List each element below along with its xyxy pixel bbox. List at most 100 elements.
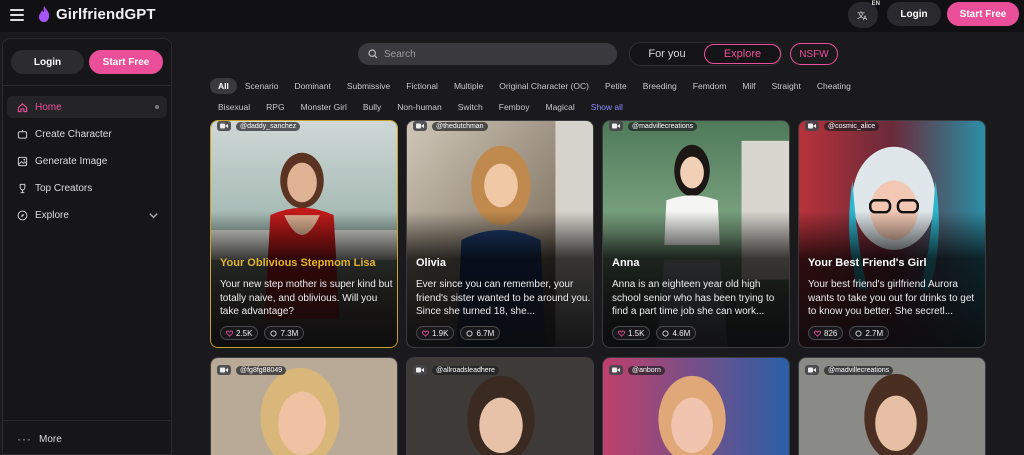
creator-tag[interactable]: @anborn — [609, 365, 665, 375]
tag-chip[interactable]: Magical — [537, 99, 582, 115]
more-dots-icon: ··· — [17, 432, 32, 446]
chat-bubble-icon — [270, 329, 278, 337]
chats-value: 2.7M — [865, 328, 884, 338]
creator-tag[interactable]: @daddy_sanchez — [217, 121, 301, 131]
tag-chip[interactable]: RPG — [258, 99, 292, 115]
feed-mode-toggle: For you Explore — [629, 42, 782, 66]
character-name: Your Oblivious Stepmom Lisa — [220, 257, 376, 269]
image-icon — [17, 156, 28, 166]
tag-chip[interactable]: Cheating — [809, 78, 859, 94]
character-card[interactable]: @anborn — [602, 357, 790, 455]
sidebar-item-label: Create Character — [35, 128, 112, 140]
character-description: Your best friend's girlfriend Aurora wan… — [808, 279, 975, 317]
home-icon — [17, 102, 28, 112]
likes-value: 826 — [824, 328, 838, 338]
character-card[interactable]: @daddy_sanchez Your Oblivious Stepmom Li… — [210, 120, 398, 348]
tag-chip[interactable]: Breeding — [635, 78, 685, 94]
top-login-button[interactable]: Login — [887, 2, 941, 26]
creator-tag[interactable]: @madvillecreations — [609, 121, 698, 131]
sidebar-item-top-creators[interactable]: Top Creators — [7, 177, 167, 199]
chats-count: 2.7M — [849, 326, 890, 340]
tag-chip[interactable]: Scenario — [237, 78, 287, 94]
sidebar-item-home[interactable]: Home — [7, 96, 167, 118]
chats-value: 6.7M — [476, 328, 495, 338]
menu-icon[interactable] — [10, 9, 24, 21]
search-input[interactable] — [384, 48, 584, 60]
character-description: Anna is an eighteen year old high school… — [612, 279, 775, 317]
creator-tag[interactable]: @cosmic_alice — [805, 121, 880, 131]
character-card[interactable]: @thedutchman Olivia Ever since you can r… — [406, 120, 594, 348]
tab-explore[interactable]: Explore — [704, 44, 781, 64]
more-label: More — [39, 433, 62, 445]
video-icon — [413, 365, 427, 375]
sidebar-item-generate-image[interactable]: Generate Image — [7, 150, 167, 172]
card-stats: 2.5K 7.3M — [220, 326, 305, 340]
tag-chip[interactable]: Femboy — [491, 99, 538, 115]
chat-bubble-icon — [466, 329, 474, 337]
tag-chip[interactable]: Bully — [355, 99, 389, 115]
creator-tag[interactable]: @thedutchman — [413, 121, 488, 131]
creator-handle: @allroadsleadhere — [432, 365, 499, 375]
top-bar: GirlfriendGPT 文 A EN Login Start Free — [0, 0, 1024, 32]
character-description: Ever since you can remember, your friend… — [416, 279, 591, 317]
video-icon — [609, 121, 623, 131]
sidebar-login-button[interactable]: Login — [11, 50, 84, 74]
sidebar: Login Start Free Home Create Character G… — [2, 38, 172, 455]
show-all-tags-link[interactable]: Show all — [583, 99, 631, 115]
tag-chip[interactable]: All — [210, 78, 237, 94]
creator-tag[interactable]: @madvillecreations — [805, 365, 894, 375]
tag-chip[interactable]: Monster Girl — [293, 99, 355, 115]
tag-chip[interactable]: Dominant — [286, 78, 338, 94]
tag-chip[interactable]: Petite — [597, 78, 635, 94]
likes-count: 1.5K — [612, 326, 651, 340]
tab-for-you[interactable]: For you — [630, 43, 704, 65]
character-card[interactable]: @cosmic_alice Your Best Friend's Girl Yo… — [798, 120, 986, 348]
tag-chip[interactable]: Femdom — [685, 78, 735, 94]
character-card[interactable]: @fg8fg88049 — [210, 357, 398, 455]
svg-text:A: A — [863, 15, 868, 21]
likes-count: 1.9K — [416, 326, 455, 340]
brand-name: GirlfriendGPT — [56, 5, 156, 23]
compass-icon — [17, 210, 28, 220]
character-card[interactable]: @madvillecreations Anna Anna is an eight… — [602, 120, 790, 348]
creator-tag[interactable]: @allroadsleadhere — [413, 365, 499, 375]
trophy-icon — [19, 183, 26, 193]
creator-handle: @fg8fg88049 — [236, 365, 287, 375]
sidebar-item-create-character[interactable]: Create Character — [7, 123, 167, 145]
collapse-indicator-icon[interactable] — [155, 105, 159, 109]
tag-chip[interactable]: Bisexual — [210, 99, 258, 115]
logo[interactable]: GirlfriendGPT — [37, 5, 156, 23]
chevron-down-icon — [149, 213, 158, 219]
character-card[interactable]: @allroadsleadhere — [406, 357, 594, 455]
creator-handle: @daddy_sanchez — [236, 121, 301, 131]
tag-filter-row: Bisexual RPG Monster Girl Bully Non-huma… — [210, 99, 631, 115]
tag-chip[interactable]: Non-human — [389, 99, 449, 115]
heart-icon — [814, 329, 821, 337]
tag-chip[interactable]: Switch — [450, 99, 491, 115]
tag-chip[interactable]: Straight — [764, 78, 809, 94]
language-button[interactable]: 文 A EN — [848, 1, 880, 28]
heart-icon — [226, 329, 233, 337]
creator-handle: @thedutchman — [432, 121, 488, 131]
tag-chip[interactable]: Original Character (OC) — [491, 78, 597, 94]
sidebar-item-label: Explore — [35, 209, 69, 221]
sidebar-start-free-button[interactable]: Start Free — [89, 50, 163, 74]
tag-chip[interactable]: Multiple — [446, 78, 491, 94]
search-bar[interactable] — [358, 43, 617, 65]
nsfw-toggle[interactable]: NSFW — [790, 43, 838, 65]
top-start-free-button[interactable]: Start Free — [947, 2, 1019, 26]
tag-chip[interactable]: Submissive — [339, 78, 398, 94]
likes-count: 2.5K — [220, 326, 259, 340]
tag-chip[interactable]: Milf — [734, 78, 763, 94]
creator-tag[interactable]: @fg8fg88049 — [217, 365, 287, 375]
sidebar-item-explore[interactable]: Explore — [7, 204, 167, 226]
creator-handle: @anborn — [628, 365, 665, 375]
heart-icon — [422, 329, 429, 337]
video-icon — [217, 121, 231, 131]
creator-handle: @madvillecreations — [824, 365, 894, 375]
tag-chip[interactable]: Fictional — [398, 78, 446, 94]
character-description: Your new step mother is super kind but t… — [220, 279, 393, 317]
sidebar-more-button[interactable]: ··· More — [17, 432, 62, 446]
character-card[interactable]: @madvillecreations — [798, 357, 986, 455]
tag-filter-row: All Scenario Dominant Submissive Fiction… — [210, 78, 859, 94]
